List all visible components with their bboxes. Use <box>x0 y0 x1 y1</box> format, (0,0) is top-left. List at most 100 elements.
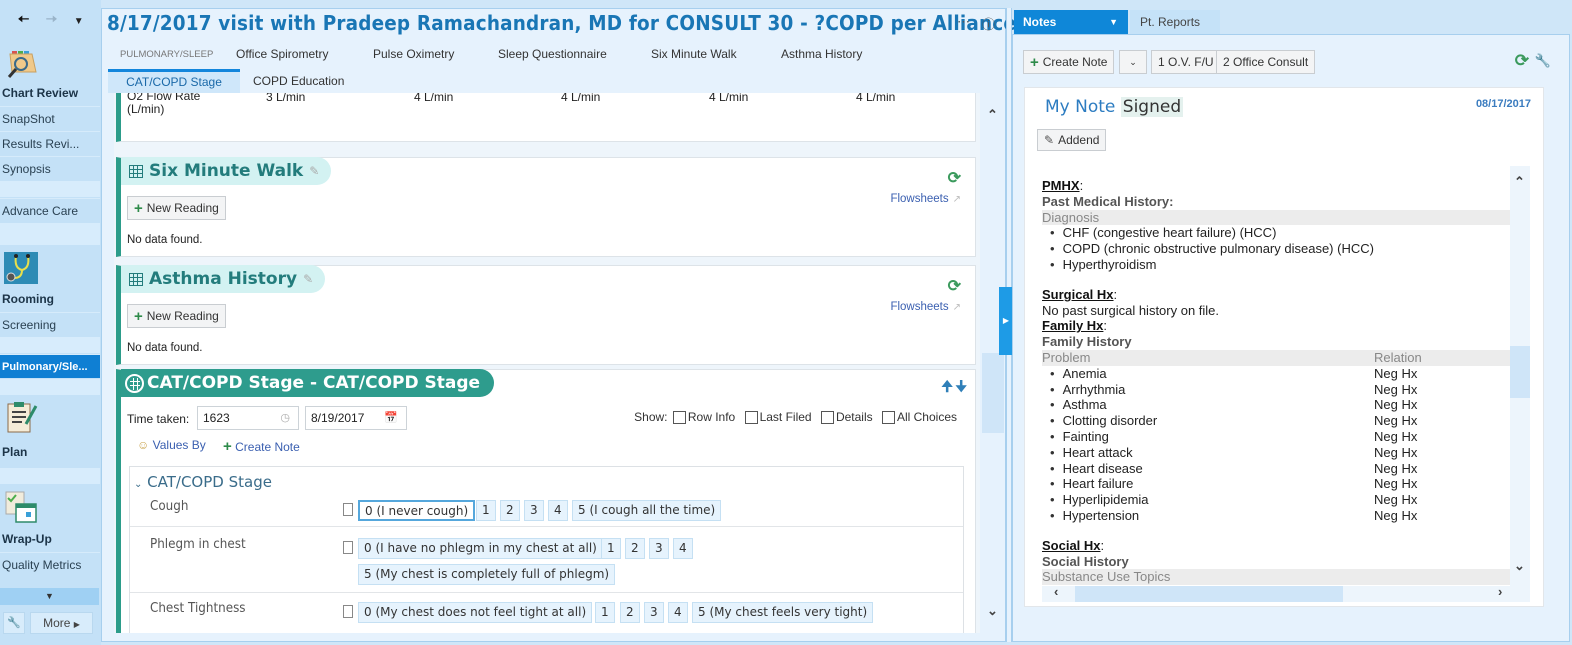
help-icon[interactable]: ⓘ <box>982 14 995 33</box>
tab-copd-education[interactable]: COPD Education <box>253 74 344 88</box>
choice-button[interactable]: 5 (My chest is completely full of phlegm… <box>358 564 616 585</box>
pencil-icon[interactable]: ✎ <box>309 164 319 178</box>
collapse-pane-button[interactable]: ▶ <box>999 287 1013 355</box>
choice-button[interactable]: 2 <box>620 602 640 623</box>
new-reading-button[interactable]: + New Reading <box>127 196 226 220</box>
more-button[interactable]: More ▶ <box>30 612 93 634</box>
tab-six-minute-walk[interactable]: Six Minute Walk <box>651 47 737 61</box>
template-ov-fu-button[interactable]: 1 O.V. F/U <box>1151 50 1221 74</box>
section-header[interactable]: ⌄ CAT/COPD Stage <box>134 473 272 491</box>
choice-button[interactable]: 4 <box>673 538 693 559</box>
tab-cat-copd-stage[interactable]: CAT/COPD Stage <box>108 69 240 93</box>
move-up-icon[interactable]: 🠉 <box>941 376 953 400</box>
sidebar-item-pulmonary-sleep[interactable]: Pulmonary/Sle... <box>0 354 100 378</box>
chevron-down-icon[interactable]: ▼ <box>74 16 84 27</box>
refresh-icon[interactable]: ⟳ <box>948 168 961 188</box>
create-note-dropdown[interactable]: ⌄ <box>1119 50 1147 74</box>
sidebar-header-wrap-up[interactable]: Wrap-Up <box>2 532 52 546</box>
time-input[interactable]: 1623 ◷ <box>197 406 299 430</box>
scroll-left-icon[interactable]: ‹ <box>1054 584 1058 599</box>
cat-copd-form: ⌄ CAT/COPD Stage Cough 0 (I never cough)… <box>129 466 964 633</box>
family-history-row: Clotting disorder Neg Hx <box>1042 413 1526 429</box>
wrench-icon[interactable]: 🔧 <box>3 612 25 634</box>
tab-pulse-oximetry[interactable]: Pulse Oximetry <box>373 47 454 61</box>
note-title[interactable]: My Note Signed <box>1045 97 1184 117</box>
row-info-checkbox[interactable] <box>672 411 686 425</box>
family-table-header: Problem Relation <box>1042 349 1524 366</box>
sidebar-item-advance-care[interactable]: Advance Care <box>0 198 100 222</box>
main-scrollbar[interactable]: ⌃ ⌄ <box>982 93 1004 633</box>
scrollbar-thumb[interactable] <box>982 353 1004 433</box>
choice-button[interactable]: 5 (I cough all the time) <box>572 500 722 521</box>
choice-button[interactable]: 3 <box>649 538 669 559</box>
social-subheading: Social History <box>1042 553 1129 569</box>
sidebar-scroll-down-button[interactable]: ▼ <box>0 588 99 605</box>
all-choices-checkbox[interactable] <box>881 411 895 425</box>
choice-button[interactable]: 4 <box>548 500 568 521</box>
six-minute-walk-card: Six Minute Walk ✎ ⟳ Flowsheets ↗ + New Rea… <box>116 157 976 257</box>
family-relation: Neg Hx <box>1374 365 1418 381</box>
tab-pt-reports[interactable]: Pt. Reports <box>1130 10 1220 34</box>
family-history-row: Hypertension Neg Hx <box>1042 508 1526 524</box>
family-problem: Hyperlipidemia <box>1062 492 1149 508</box>
note-scrollbar[interactable]: ⌃ ⌄ <box>1510 166 1530 586</box>
choice-button[interactable]: 4 <box>668 602 688 623</box>
wrench-icon[interactable]: 🔧 <box>1535 53 1551 69</box>
refresh-icon[interactable]: ⟳ <box>948 276 961 296</box>
values-by-link[interactable]: ☺ Values By <box>137 438 206 452</box>
choice-button[interactable]: 0 (I never cough) <box>358 500 476 521</box>
sidebar-item-snapshot[interactable]: SnapShot <box>0 106 100 130</box>
choice-button[interactable]: 0 (My chest does not feel tight at all) <box>358 602 593 623</box>
document-icon[interactable] <box>343 503 353 516</box>
tab-notes[interactable]: Notes ▼ <box>1014 10 1128 34</box>
template-office-consult-button[interactable]: 2 Office Consult <box>1216 50 1316 74</box>
pencil-icon[interactable]: ✎ <box>303 272 313 286</box>
sidebar-header-chart-review[interactable]: Chart Review <box>2 86 78 100</box>
move-down-icon[interactable]: 🠋 <box>955 376 967 400</box>
sidebar-item-screening[interactable]: Screening <box>0 312 100 336</box>
new-reading-button[interactable]: + New Reading <box>127 304 226 328</box>
addend-button[interactable]: ✎ Addend <box>1037 129 1107 151</box>
choice-button[interactable]: 5 (My chest feels very tight) <box>692 602 874 623</box>
choice-button[interactable]: 3 <box>644 602 664 623</box>
scrollbar-thumb[interactable] <box>1075 586 1343 602</box>
create-note-button[interactable]: + Create Note <box>1023 50 1115 74</box>
refresh-icon[interactable]: ⟳ <box>1515 51 1529 71</box>
details-checkbox[interactable] <box>820 411 834 425</box>
scroll-up-icon[interactable]: ⌃ <box>987 107 998 123</box>
date-input[interactable]: 8/19/2017 📅 <box>305 406 407 430</box>
forward-arrow-icon[interactable]: 🠆 <box>46 9 58 34</box>
choice-button[interactable]: 0 (I have no phlegm in my chest at all) <box>358 538 603 559</box>
create-note-link[interactable]: + Create Note <box>223 438 300 455</box>
choice-button[interactable]: 2 <box>500 500 520 521</box>
choice-button[interactable]: 3 <box>524 500 544 521</box>
back-arrow-icon[interactable]: 🠄 <box>17 9 29 34</box>
document-icon[interactable] <box>343 605 353 618</box>
choice-button[interactable]: 1 <box>595 602 615 623</box>
last-filed-checkbox[interactable] <box>744 411 758 425</box>
note-horizontal-scrollbar[interactable]: ‹ › <box>1042 584 1530 602</box>
stethoscope-icon <box>4 252 38 284</box>
scroll-up-icon[interactable]: ⌃ <box>1514 174 1525 190</box>
flowsheets-link[interactable]: Flowsheets ↗ <box>890 193 961 205</box>
choice-button[interactable]: 1 <box>601 538 621 559</box>
note-status: Signed <box>1120 97 1184 117</box>
tab-office-spirometry[interactable]: Office Spirometry <box>236 47 328 61</box>
more-options-icon[interactable]: ⋯ <box>957 14 970 33</box>
sidebar-header-rooming[interactable]: Rooming <box>2 292 54 306</box>
tab-asthma-history[interactable]: Asthma History <box>781 47 862 61</box>
tab-sleep-questionnaire[interactable]: Sleep Questionnaire <box>498 47 607 61</box>
scrollbar-thumb[interactable] <box>1510 346 1530 398</box>
scroll-right-icon[interactable]: › <box>1498 584 1502 599</box>
sidebar-item-synopsis[interactable]: Synopsis <box>0 156 100 180</box>
choice-button[interactable]: 1 <box>476 500 496 521</box>
document-icon[interactable] <box>343 541 353 554</box>
flowsheets-link[interactable]: Flowsheets ↗ <box>890 301 961 313</box>
scroll-down-icon[interactable]: ⌄ <box>1514 558 1525 574</box>
plus-icon: + <box>134 199 143 217</box>
sidebar-item-results-review[interactable]: Results Revi... <box>0 131 100 155</box>
scroll-down-icon[interactable]: ⌄ <box>987 603 998 619</box>
sidebar-item-quality-metrics[interactable]: Quality Metrics <box>0 552 100 576</box>
choice-button[interactable]: 2 <box>625 538 645 559</box>
sidebar-header-plan[interactable]: Plan <box>2 445 27 459</box>
